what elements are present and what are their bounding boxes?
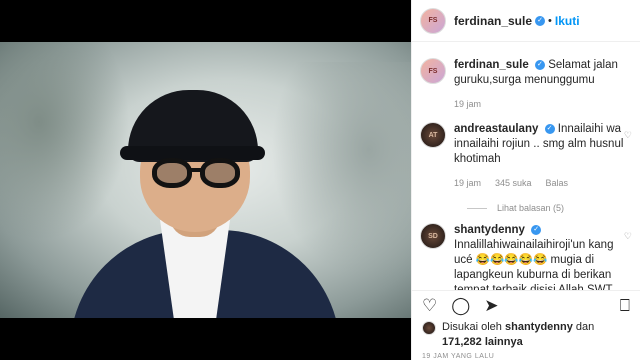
comment-time[interactable]: 19 jam bbox=[454, 97, 481, 112]
commenter-avatar[interactable]: SD bbox=[420, 223, 446, 249]
likes-prefix: Disukai oleh bbox=[442, 321, 502, 333]
likes-count[interactable]: 171,282 bbox=[442, 336, 482, 348]
author-avatar[interactable]: FS bbox=[420, 7, 446, 34]
comment-username[interactable]: shantydenny bbox=[454, 224, 525, 236]
verified-badge-icon: ✓ bbox=[531, 224, 542, 235]
verified-badge-icon: ✓ bbox=[534, 59, 545, 70]
comment-likes[interactable]: 345 suka bbox=[495, 176, 532, 191]
comment-username[interactable]: andreastaulany bbox=[454, 123, 538, 135]
comment-like-icon[interactable]: ♡ bbox=[624, 231, 632, 242]
view-replies-label: Lihat balasan (5) bbox=[497, 203, 565, 213]
follow-button[interactable]: Ikuti bbox=[555, 14, 580, 28]
comment-item: AT andreastaulany ✓ Innailaihi wa innail… bbox=[412, 112, 640, 191]
post-actions-bar: ♡ ◯ ➤ ⎕ bbox=[412, 290, 640, 320]
commenter-avatar[interactable]: AT bbox=[420, 122, 446, 148]
commenter-avatar[interactable]: FS bbox=[420, 58, 446, 84]
comment-icon[interactable]: ◯ bbox=[451, 297, 470, 314]
verified-badge-icon: ✓ bbox=[535, 15, 546, 26]
author-username[interactable]: ferdinan_sule bbox=[454, 14, 532, 28]
background-blur-right bbox=[271, 62, 411, 282]
send-icon[interactable]: ➤ bbox=[484, 297, 498, 314]
person-cap-brim bbox=[120, 146, 265, 160]
verified-badge-icon: ✓ bbox=[544, 123, 555, 134]
likes-connector: dan bbox=[575, 321, 595, 333]
reply-button[interactable]: Balas bbox=[546, 176, 569, 191]
glasses-left-lens bbox=[152, 158, 192, 188]
glasses-right-lens bbox=[200, 158, 240, 188]
bookmark-icon[interactable]: ⎕ bbox=[620, 297, 630, 314]
post-image-area bbox=[0, 0, 411, 360]
replies-line bbox=[467, 207, 487, 209]
comment-text: Innalillahiwainailaihiroji'un kang ucé 😂… bbox=[454, 239, 619, 290]
view-replies-button[interactable]: Lihat balasan (5) bbox=[467, 203, 640, 213]
background-blur-left bbox=[0, 42, 130, 242]
liker-avatar[interactable] bbox=[422, 321, 436, 335]
comment-time[interactable]: 19 jam bbox=[454, 176, 481, 191]
likes-suffix[interactable]: lainnya bbox=[485, 336, 523, 348]
comments-list[interactable]: FS ferdinan_sule ✓ Selamat jalan guruku,… bbox=[412, 48, 640, 290]
post-date: 19 JAM YANG LALU bbox=[422, 353, 495, 360]
post-side-panel: FS ferdinan_sule ✓ • Ikuti FS ferdinan_s… bbox=[411, 0, 640, 360]
comment-like-icon[interactable]: ♡ bbox=[624, 130, 632, 141]
post-photo[interactable] bbox=[0, 42, 411, 318]
post-header: FS ferdinan_sule ✓ • Ikuti bbox=[412, 0, 640, 42]
heart-icon[interactable]: ♡ bbox=[422, 297, 437, 314]
liker-username[interactable]: shantydenny bbox=[505, 321, 573, 333]
likes-summary: Disukai oleh shantydenny dan 171,282 lai… bbox=[412, 320, 640, 360]
header-separator: • bbox=[548, 14, 552, 27]
comment-item: FS ferdinan_sule ✓ Selamat jalan guruku,… bbox=[412, 48, 640, 112]
comment-item: SD shantydenny ✓ Innalillahiwainailaihir… bbox=[412, 213, 640, 290]
comment-username[interactable]: ferdinan_sule bbox=[454, 59, 529, 71]
